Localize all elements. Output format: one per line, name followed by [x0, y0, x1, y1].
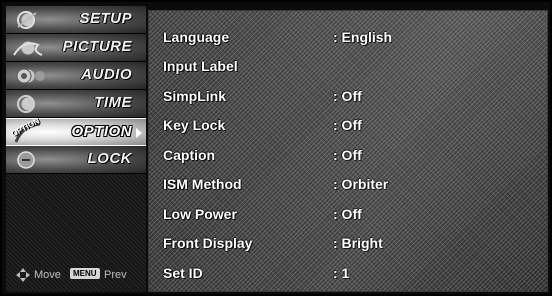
option-label: Low Power: [163, 206, 237, 222]
option-row-input-label[interactable]: Input Label: [149, 52, 547, 81]
sidebar-item-audio[interactable]: AUDIO: [6, 62, 146, 90]
option-row-caption[interactable]: Caption : Off: [149, 141, 547, 170]
sidebar-item-time[interactable]: TIME: [6, 90, 146, 118]
option-value: : Off: [333, 117, 362, 133]
option-label: SimpLink: [163, 88, 227, 104]
menu-sidebar: SETUP PICTURE AUDIO TIME OPTION OPTION L…: [6, 6, 146, 292]
option-row-low-power[interactable]: Low Power : Off: [149, 200, 547, 229]
sidebar-item-label: PICTURE: [62, 38, 132, 55]
time-icon: [17, 95, 35, 113]
option-label: Language: [163, 29, 230, 45]
option-value: : 1: [333, 265, 350, 281]
navigation-hint-bar: Move MENU Prev: [6, 258, 146, 292]
option-row-front-display[interactable]: Front Display : Bright: [149, 229, 547, 258]
four-way-arrow-icon: [16, 268, 30, 282]
sidebar-item-label: OPTION: [71, 123, 132, 140]
option-value: : Off: [333, 88, 362, 104]
sidebar-item-option[interactable]: OPTION OPTION: [6, 116, 146, 146]
option-label: ISM Method: [163, 176, 242, 192]
sidebar-item-picture[interactable]: PICTURE: [6, 34, 146, 62]
sidebar-item-label: TIME: [94, 94, 132, 111]
option-row-set-id[interactable]: Set ID : 1: [149, 259, 547, 288]
sidebar-item-label: AUDIO: [81, 66, 132, 83]
option-label: Input Label: [163, 58, 238, 74]
setup-icon: [17, 11, 37, 29]
sidebar-item-label: LOCK: [87, 150, 132, 167]
option-label: Front Display: [163, 235, 253, 251]
option-value: : Off: [333, 147, 362, 163]
menu-key-badge: MENU: [70, 268, 100, 279]
lock-icon: [17, 151, 35, 169]
option-settings-panel: Language : English Input Label SimpLink …: [148, 10, 548, 292]
sidebar-item-lock[interactable]: LOCK: [6, 146, 146, 174]
option-value: : English: [333, 29, 393, 45]
option-label: Set ID: [163, 265, 203, 281]
chevron-right-icon: [136, 128, 142, 138]
option-row-ism-method[interactable]: ISM Method : Orbiter: [149, 170, 547, 199]
option-value: : Orbiter: [333, 176, 389, 192]
move-hint-label: Move: [34, 269, 61, 281]
option-row-simplink[interactable]: SimpLink : Off: [149, 82, 547, 111]
picture-icon: [13, 42, 43, 56]
prev-hint-label: Prev: [104, 269, 127, 281]
option-row-language[interactable]: Language : English: [149, 23, 547, 52]
option-label: Caption: [163, 147, 216, 163]
option-label: Key Lock: [163, 117, 226, 133]
audio-icon: [16, 68, 45, 84]
option-value: : Bright: [333, 235, 383, 251]
tv-osd-screen: SETUP PICTURE AUDIO TIME OPTION OPTION L…: [0, 0, 552, 296]
option-row-key-lock[interactable]: Key Lock : Off: [149, 111, 547, 140]
sidebar-item-label: SETUP: [79, 10, 132, 27]
option-value: : Off: [333, 206, 362, 222]
sidebar-item-setup[interactable]: SETUP: [6, 6, 146, 34]
